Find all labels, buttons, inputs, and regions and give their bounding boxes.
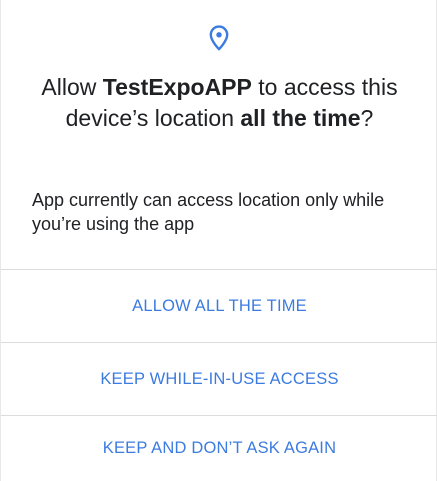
app-name: TestExpoAPP — [102, 74, 252, 100]
keep-while-in-use-button[interactable]: KEEP WHILE-IN-USE ACCESS — [1, 343, 437, 416]
allow-all-the-time-button[interactable]: ALLOW ALL THE TIME — [1, 270, 437, 343]
title-prefix: Allow — [41, 74, 103, 100]
dialog-title: Allow TestExpoAPP to access this device’… — [25, 72, 414, 134]
location-permission-dialog: Allow TestExpoAPP to access this device’… — [0, 0, 437, 481]
dialog-message: App currently can access location only w… — [32, 190, 385, 234]
keep-and-dont-ask-again-button[interactable]: KEEP AND DON’T ASK AGAIN — [1, 416, 437, 481]
location-pin-icon — [207, 24, 231, 52]
title-emphasis: all the time — [240, 105, 361, 131]
title-suffix: ? — [360, 105, 374, 131]
